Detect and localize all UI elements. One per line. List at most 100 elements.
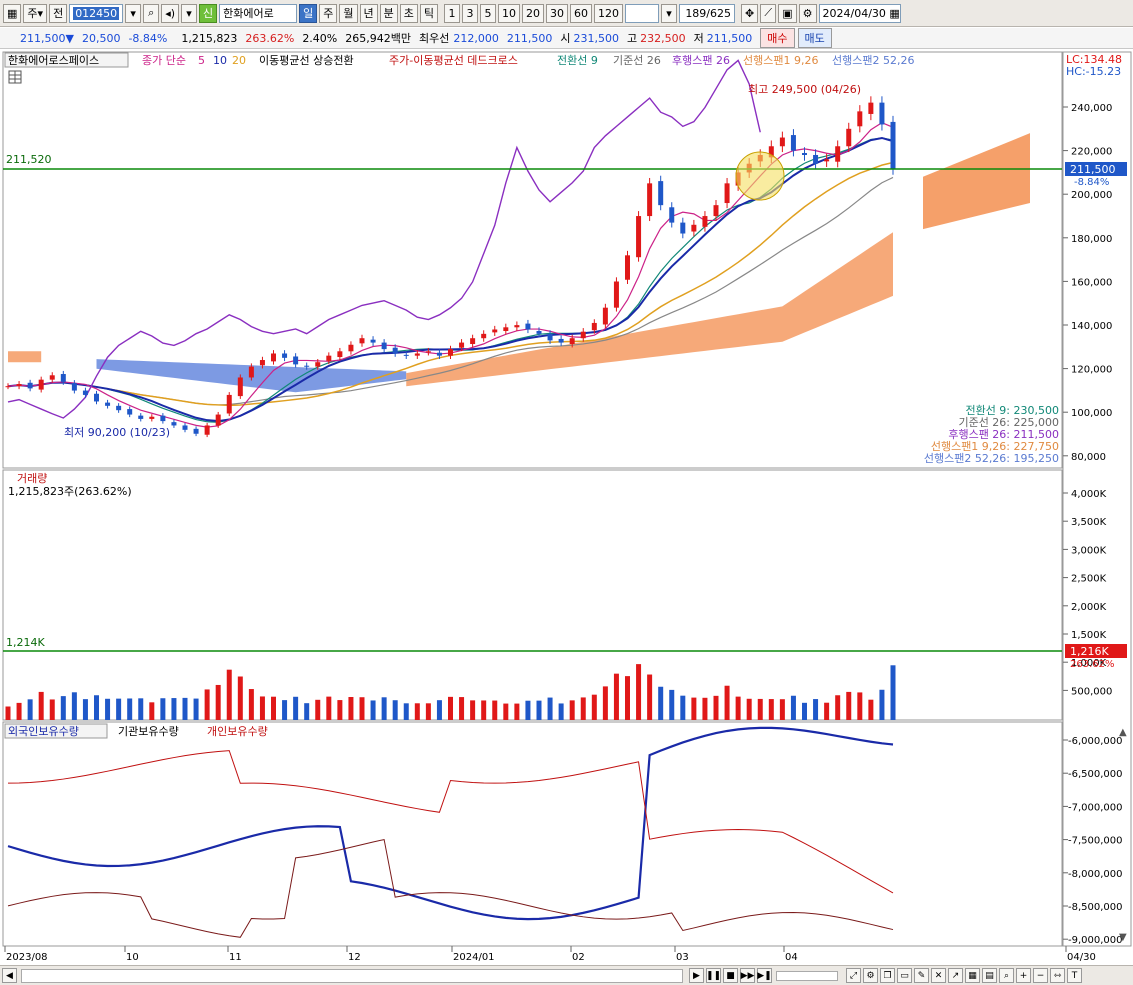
save-icon[interactable]: ▣ [778,3,797,23]
gear-icon[interactable]: ⚙ [798,3,817,23]
arrow-icon[interactable]: ↗ [948,968,963,983]
period-month[interactable]: 월 [339,3,358,23]
chart-icon[interactable]: ▤ [982,968,997,983]
period-tick[interactable]: 틱 [419,3,439,23]
volume-bar [503,703,509,720]
candle-body [304,365,310,367]
scroll-right-icon[interactable]: ▶ [689,968,704,983]
holding-panel[interactable] [2,721,1063,947]
period-second[interactable]: 초 [399,3,418,23]
custom-dropdown-icon[interactable]: ▾ [661,3,678,23]
custom-period-input[interactable] [625,3,660,23]
legend-stock-name: 한화에어로스페이스 [8,54,99,67]
window-icon[interactable]: ▭ [897,968,912,983]
mult-30[interactable]: 30 [546,3,569,23]
current-volume-tag-text: 1,216K [1070,645,1109,658]
fast-forward-icon[interactable]: ▶▶ [740,968,755,983]
line-tool-icon[interactable]: ⟋ [760,3,777,23]
cross-icon[interactable]: ✕ [931,968,946,983]
draw-icon[interactable]: ✎ [914,968,929,983]
price-y-label: 140,000 [1071,321,1112,332]
chart-type-label: 주 [27,7,38,20]
chart-area[interactable]: 240,000 220,000 200,000 180,000 160,000 140,0… [0,50,1133,965]
candle-body [625,255,630,280]
layout-icon[interactable]: ▦ [965,968,980,983]
volume-bar [49,699,55,720]
end-icon[interactable]: ▶❚ [757,968,772,983]
mult-120[interactable]: 120 [594,3,624,23]
price-change: 20,500 [81,31,121,45]
volume-bar [680,695,686,720]
stop-icon[interactable]: ■ [723,968,738,983]
scroll-down-icon[interactable]: ▼ [1119,932,1127,943]
crosshair-icon[interactable]: ✥ [741,3,759,23]
legend-institution: 기관보유수량 [118,725,179,738]
jeon-button[interactable]: 전 [49,3,68,23]
period-week[interactable]: 주 [319,3,338,23]
candle-body [315,362,321,367]
volume-bar [326,696,332,720]
period-year[interactable]: 년 [359,3,378,23]
candle-body [503,327,509,331]
zoom-slider[interactable] [776,970,838,981]
candle-body [857,111,863,127]
magnify-icon[interactable]: ⌕ [999,968,1014,983]
volume-bar [536,700,542,720]
period-day[interactable]: 일 [299,3,318,23]
chart-type-select[interactable]: 주 ▾ [23,3,48,23]
candle-body [381,342,387,350]
volume-panel[interactable] [2,469,1063,721]
mult-10[interactable]: 10 [498,3,521,23]
scroll-up-icon[interactable]: ▲ [1119,727,1127,738]
candle-body [82,390,88,395]
volume-bar [282,700,288,720]
mult-3[interactable]: 3 [462,3,479,23]
count-field[interactable]: 189/625 [679,3,736,23]
stock-code-input[interactable]: 012450 [69,3,124,23]
date-field[interactable]: 2024/04/30 ▦ [818,3,901,23]
grid-icon[interactable]: ▦ [3,3,22,23]
zoom-reset-icon[interactable]: ⤢ [846,968,861,983]
zoom-icon[interactable]: ⇿ [1050,968,1065,983]
search-icon[interactable]: ⌕ [143,3,160,23]
volume-bar [857,692,863,720]
volume-bar [27,699,33,720]
volume-bar [71,692,77,720]
current-volume-pct: 263.62% [1070,659,1115,670]
volume-bar [746,698,752,720]
candle-body [27,382,33,389]
volume-bar [193,698,199,720]
minus-icon[interactable]: − [1033,968,1048,983]
text-tool-icon[interactable]: T [1067,968,1082,983]
volume-ref-label: 1,214K [6,636,45,649]
pause-icon[interactable]: ❚❚ [706,968,721,983]
candle-body [448,349,453,356]
candle-body [403,354,409,356]
candle-body [94,393,99,402]
speaker-icon[interactable]: ◂) [161,3,180,23]
settings-icon[interactable]: ⚙ [863,968,878,983]
buy-button[interactable]: 매수 [760,28,795,48]
candle-body [71,383,77,391]
code-dropdown-icon[interactable]: ▾ [125,3,142,23]
candle-body [536,330,542,334]
plus-icon[interactable]: + [1016,968,1031,983]
mult-60[interactable]: 60 [570,3,593,23]
volume-bar [38,691,44,720]
copy-icon[interactable]: ❐ [880,968,895,983]
mult-20[interactable]: 20 [522,3,545,23]
mult-1[interactable]: 1 [444,3,461,23]
horizontal-scrollbar[interactable] [21,968,683,983]
scroll-left-icon[interactable]: ◀ [2,968,17,983]
candle-body [171,422,177,426]
candle-body [569,338,575,345]
best-bid: 211,500 [506,31,553,45]
legend-foreign: 외국인보유수량 [8,725,79,738]
candle-body [16,384,22,387]
period-minute[interactable]: 분 [379,3,398,23]
speaker-dropdown-icon[interactable]: ▾ [181,3,198,23]
sell-button[interactable]: 매도 [797,28,832,48]
candle-body [691,224,697,232]
volume-title: 거래량 [17,472,47,485]
mult-5[interactable]: 5 [480,3,497,23]
